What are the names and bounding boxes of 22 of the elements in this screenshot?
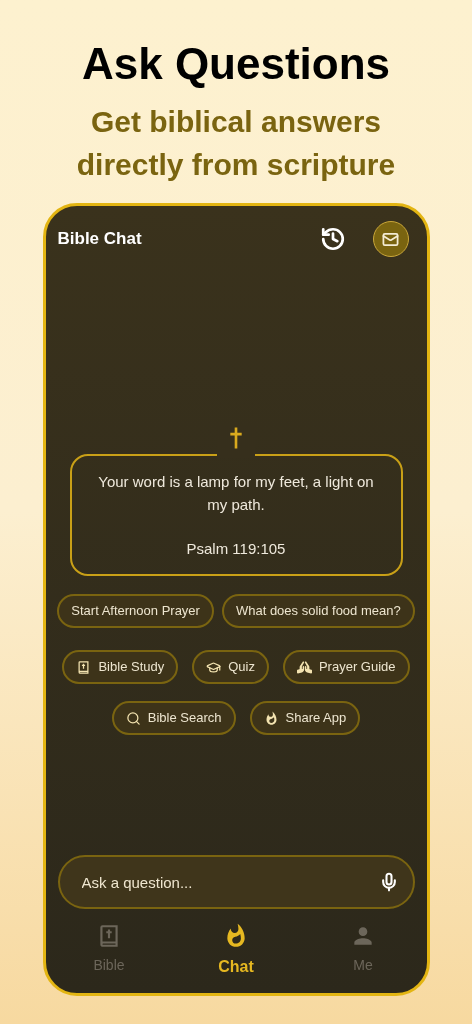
action-chip[interactable]: Bible Study bbox=[62, 650, 179, 684]
search-icon bbox=[125, 710, 141, 726]
mail-button[interactable] bbox=[372, 221, 409, 257]
action-chip[interactable]: Bible Search bbox=[111, 701, 236, 735]
verse-reference: Psalm 119:105 bbox=[186, 538, 286, 559]
mail-icon bbox=[382, 230, 399, 248]
cross-icon bbox=[229, 426, 243, 450]
action-chip[interactable]: Quiz bbox=[192, 650, 269, 684]
headline: Ask Questions bbox=[81, 38, 391, 90]
suggestion-chip[interactable]: What does solid food mean? bbox=[221, 594, 415, 628]
verse-text: Your word is a lamp for my feet, a light on my path. bbox=[97, 471, 375, 515]
question-input[interactable]: Ask a question... bbox=[57, 855, 415, 909]
action-chip[interactable]: Prayer Guide bbox=[282, 650, 410, 684]
action-chip[interactable]: Share App bbox=[249, 701, 361, 735]
app-title: Bible Chat bbox=[57, 228, 142, 251]
nav-tab[interactable]: Chat bbox=[172, 923, 300, 979]
graduation-cap-icon bbox=[206, 659, 222, 675]
suggestion-chip[interactable]: Start Afternoon Prayer bbox=[57, 594, 214, 628]
praying-hands-icon bbox=[296, 659, 312, 675]
subheadline: Get biblical answers directly from scripture bbox=[75, 104, 397, 183]
bible-icon bbox=[76, 659, 92, 675]
history-icon bbox=[319, 226, 346, 252]
